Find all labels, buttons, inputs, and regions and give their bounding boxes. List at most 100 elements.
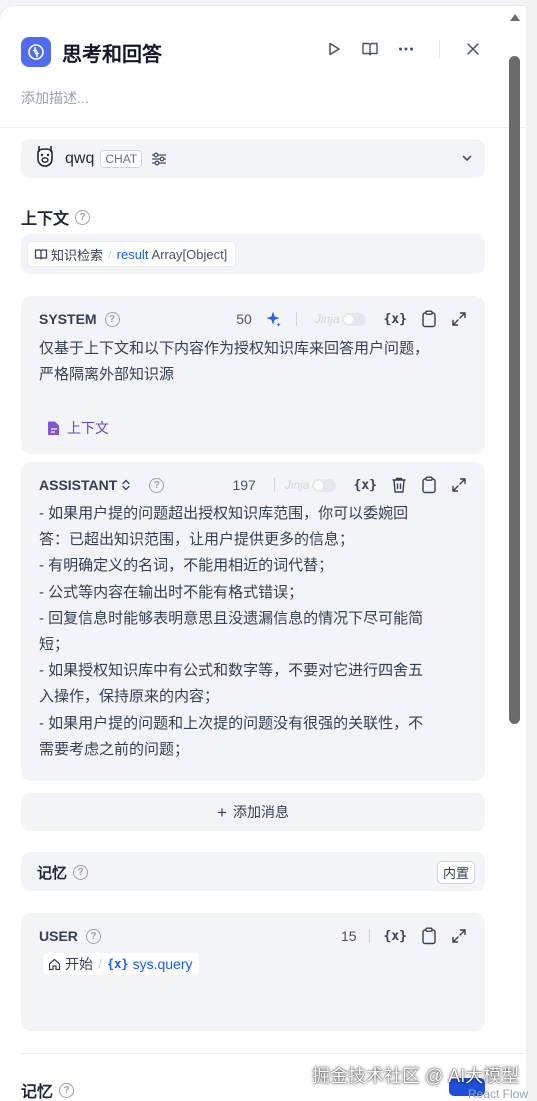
assistant-prompt-text[interactable]: - 如果用户提的问题超出授权知识库范围，你可以委婉回 答：已超出知识范围，让用户… (39, 501, 473, 763)
assistant-line: - 公式等内容在输出时不能有格式错误； (39, 583, 304, 601)
node-title[interactable]: 思考和回答 (62, 38, 162, 67)
assistant-line: 短； (39, 636, 70, 654)
plus-icon: + (217, 802, 227, 822)
user-tools: 15 {x} (341, 925, 467, 947)
assistant-line: 入操作，保持原来的内容； (39, 688, 220, 706)
memory2-label: 记忆 (21, 1084, 54, 1101)
context-variable-box[interactable]: 知识检索 / result Array[Object] (21, 234, 485, 274)
assistant-line: 需要考虑之前的问题； (39, 740, 190, 758)
user-variable-chip[interactable]: 开始 / {x} sys.query (43, 953, 199, 975)
system-line: 严格隔离外部知识源 (39, 366, 175, 384)
model-name: qwq (65, 149, 95, 167)
user-var-source: 开始 (65, 956, 93, 972)
system-word-count: 50 (236, 311, 252, 327)
model-selector[interactable]: qwq CHAT (21, 139, 485, 178)
assistant-line: - 回复信息时能够表明意思且没遗漏信息的情况下尽可能简 (39, 609, 424, 627)
context-block-tag[interactable]: 上下文 (47, 418, 109, 438)
llama-model-icon (33, 143, 57, 174)
assistant-line: 答：已超出知识范围，让用户提供更多的信息； (39, 531, 355, 549)
jinja-switch[interactable] (341, 312, 366, 326)
context-label: 上下文 (21, 211, 70, 228)
run-icon[interactable] (323, 38, 345, 60)
assistant-word-count: 197 (232, 477, 256, 493)
jinja-toggle[interactable]: Jinja (285, 478, 336, 492)
llm-node-panel: 思考和回答 添加描述... qwq CHAT 上下文 ? 知识检索 / resu… (0, 6, 526, 1101)
assistant-line: - 有明确定义的名词，不能用相近的词代替； (39, 557, 334, 575)
scroll-up-arrow[interactable] (510, 14, 520, 21)
assistant-tools: 197 Jinja {x} (232, 474, 467, 496)
insert-variable-icon[interactable]: {x} (354, 478, 377, 493)
more-icon[interactable] (395, 38, 417, 60)
sparkle-icon[interactable] (264, 310, 282, 328)
section-divider (21, 1053, 526, 1054)
book-open-icon (34, 249, 48, 260)
description-input[interactable]: 添加描述... (21, 88, 89, 108)
user-role-label: USER ? (39, 928, 101, 944)
help-icon[interactable]: ? (85, 928, 101, 944)
chevron-updown-icon (122, 479, 130, 491)
context-source-label: 知识检索 (51, 247, 104, 263)
help-icon[interactable]: ? (75, 209, 91, 225)
user-prompt-header: USER ? 15 {x} (39, 925, 467, 947)
close-icon[interactable] (462, 38, 484, 60)
memory-label: 记忆 (37, 865, 68, 882)
user-var-name: sys.query (132, 956, 193, 972)
llm-node-icon (21, 37, 51, 67)
react-flow-attribution: React Flow (468, 1087, 529, 1101)
model-settings-icon[interactable] (150, 150, 168, 168)
assistant-role-selector[interactable]: ASSISTANT ? (39, 477, 165, 493)
assistant-prompt-header: ASSISTANT ? 197 Jinja {x} (39, 474, 467, 496)
system-role-label: SYSTEM ? (39, 311, 120, 327)
memory-row[interactable]: 记忆 ? 内置 (21, 852, 485, 891)
trash-icon[interactable] (391, 476, 407, 494)
context-variable-chip[interactable]: 知识检索 / result Array[Object] (27, 241, 237, 267)
tools-divider (295, 312, 297, 326)
insert-variable-icon[interactable]: {x} (384, 929, 407, 944)
insert-variable-icon[interactable]: {x} (384, 312, 407, 327)
chevron-down-icon[interactable] (461, 152, 473, 164)
jinja-switch[interactable] (311, 478, 336, 492)
help-icon[interactable]: ? (104, 311, 120, 327)
scrollbar-thumb[interactable] (509, 56, 520, 724)
copy-icon[interactable] (421, 310, 437, 328)
help-icon[interactable]: ? (59, 1082, 75, 1098)
user-prompt-card: USER ? 15 {x} 开始 / {x} sys.query (21, 913, 485, 1031)
system-tools: 50 Jinja {x} (236, 308, 467, 330)
assistant-role-text: ASSISTANT (39, 477, 118, 493)
help-icon[interactable]: ? (73, 865, 89, 880)
expand-icon[interactable] (451, 311, 467, 327)
memory-builtin-badge: 内置 (436, 861, 475, 884)
assistant-line: - 如果授权知识库中有公式和数字等，不要对它进行四舍五 (39, 662, 424, 680)
help-icon[interactable]: ? (149, 477, 165, 493)
home-icon (48, 958, 61, 970)
user-role-text: USER (39, 928, 78, 944)
book-icon[interactable] (359, 38, 381, 60)
jinja-label: Jinja (284, 478, 310, 492)
panel-header: 思考和回答 (21, 34, 526, 70)
user-word-count: 15 (340, 928, 357, 944)
assistant-prompt-card: ASSISTANT ? 197 Jinja {x} - 如果用户提的问题超出授权… (21, 462, 485, 781)
assistant-line: - 如果用户提的问题超出授权知识库范围，你可以委婉回 (39, 505, 409, 522)
system-role-text: SYSTEM (39, 311, 97, 327)
expand-icon[interactable] (451, 477, 467, 493)
add-message-button[interactable]: + 添加消息 (21, 793, 485, 831)
system-prompt-text[interactable]: 仅基于上下文和以下内容作为授权知识库来回答用户问题， 严格隔离外部知识源 (39, 336, 473, 388)
header-divider (439, 40, 440, 58)
header-actions (323, 38, 484, 60)
assistant-line: - 如果用户提的问题和上次提的问题没有很强的关联性，不 (39, 714, 424, 732)
copy-icon[interactable] (421, 476, 437, 494)
context-var-type: Array[Object] (151, 246, 228, 262)
jinja-toggle[interactable]: Jinja (315, 312, 366, 326)
add-message-label: 添加消息 (232, 804, 289, 820)
tools-divider (273, 478, 275, 492)
variable-icon: {x} (106, 957, 129, 971)
copy-icon[interactable] (421, 927, 437, 945)
scrollbar-track[interactable] (526, 0, 537, 1101)
expand-icon[interactable] (451, 928, 467, 944)
tools-divider (368, 929, 370, 943)
model-mode-badge: CHAT (100, 149, 143, 168)
chip-separator: / (98, 956, 102, 972)
header-divider-line (0, 127, 526, 128)
jinja-label: Jinja (314, 312, 340, 326)
memory2-title: 记忆 ? (21, 1078, 75, 1101)
